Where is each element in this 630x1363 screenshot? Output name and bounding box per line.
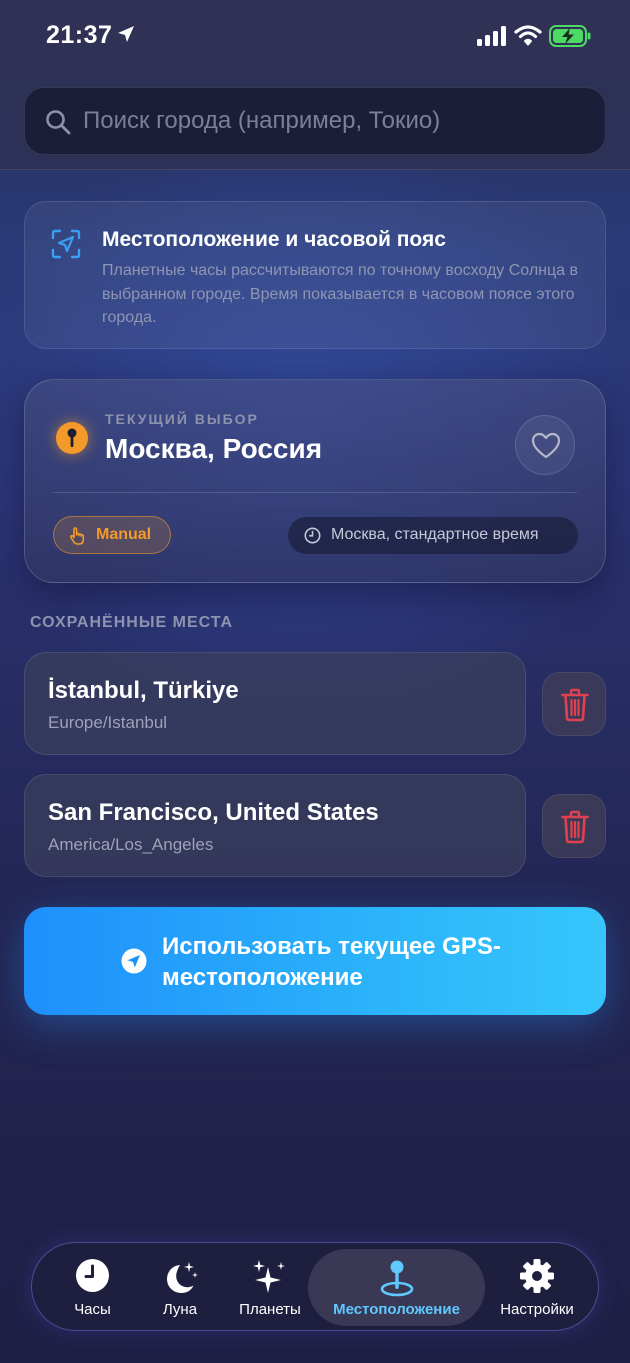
status-time: 21:37 bbox=[46, 21, 113, 49]
trash-icon bbox=[561, 810, 589, 844]
battery-charging-icon bbox=[549, 25, 591, 47]
cellular-signal-icon bbox=[477, 26, 506, 46]
tab-bar: Часы Луна Планеты Местоположение Настрой… bbox=[31, 1242, 599, 1331]
location-arrow-icon bbox=[121, 948, 147, 974]
mode-label: Manual bbox=[96, 526, 152, 543]
moon-stars-icon bbox=[167, 1262, 198, 1293]
saved-place-city: San Francisco, United States bbox=[48, 799, 379, 826]
wifi-icon bbox=[514, 25, 542, 46]
location-focus-icon bbox=[51, 229, 81, 259]
tab-label: Настройки bbox=[500, 1301, 574, 1318]
favorite-button[interactable] bbox=[515, 415, 575, 475]
current-city: Москва, Россия bbox=[105, 433, 323, 464]
map-pin-icon bbox=[380, 1260, 414, 1297]
card-divider bbox=[53, 492, 577, 493]
search-bar[interactable] bbox=[24, 87, 606, 155]
saved-place-timezone: America/Los_Angeles bbox=[48, 835, 214, 854]
trash-icon bbox=[561, 688, 589, 722]
use-gps-label: Использовать текущее GPS-местоположение bbox=[162, 933, 501, 991]
info-card: Местоположение и часовой пояс Планетные … bbox=[24, 201, 606, 349]
tab-location[interactable]: Местоположение bbox=[308, 1249, 485, 1326]
saved-place-timezone: Europe/Istanbul bbox=[48, 713, 168, 732]
tab-moon[interactable]: Луна bbox=[140, 1243, 220, 1332]
saved-place-city: İstanbul, Türkiye bbox=[48, 677, 239, 704]
delete-saved-place-button[interactable] bbox=[542, 794, 606, 858]
tab-clock[interactable]: Часы bbox=[51, 1243, 134, 1332]
sparkles-icon bbox=[253, 1260, 285, 1293]
location-arrow-icon bbox=[118, 26, 134, 42]
tab-label: Луна bbox=[162, 1301, 198, 1318]
search-input[interactable] bbox=[83, 98, 583, 144]
gear-icon bbox=[520, 1259, 554, 1293]
tab-settings[interactable]: Настройки bbox=[486, 1243, 588, 1332]
current-location-card: ТЕКУЩИЙ ВЫБОР Москва, Россия Manual Моск… bbox=[24, 379, 606, 583]
delete-saved-place-button[interactable] bbox=[542, 672, 606, 736]
hand-tap-icon bbox=[69, 527, 85, 545]
clock-icon bbox=[76, 1259, 109, 1292]
timezone-label: Москва, стандартное время bbox=[331, 526, 539, 543]
tab-planets[interactable]: Планеты bbox=[228, 1243, 312, 1332]
tab-label: Часы bbox=[74, 1301, 111, 1318]
map-pin-icon bbox=[67, 428, 77, 447]
current-selection-label: ТЕКУЩИЙ ВЫБОР bbox=[105, 411, 259, 427]
info-title: Местоположение и часовой пояс bbox=[102, 228, 446, 251]
heart-icon bbox=[531, 432, 561, 459]
tab-label: Местоположение bbox=[333, 1301, 460, 1318]
search-icon bbox=[46, 110, 71, 135]
map-pin-badge bbox=[56, 422, 88, 454]
timezone-badge: Москва, стандартное время bbox=[288, 517, 578, 554]
status-bar: 21:37 bbox=[0, 0, 630, 72]
saved-place-item[interactable]: San Francisco, United States America/Los… bbox=[24, 774, 526, 877]
saved-place-item[interactable]: İstanbul, Türkiye Europe/Istanbul bbox=[24, 652, 526, 755]
info-description: Планетные часы рассчитываются по точному… bbox=[102, 262, 579, 326]
use-gps-button[interactable]: Использовать текущее GPS-местоположение bbox=[24, 907, 606, 1015]
clock-icon bbox=[304, 527, 321, 544]
mode-badge: Manual bbox=[53, 516, 171, 554]
saved-places-header: СОХРАНЁННЫЕ МЕСТА bbox=[30, 614, 234, 631]
tab-label: Планеты bbox=[239, 1301, 301, 1318]
